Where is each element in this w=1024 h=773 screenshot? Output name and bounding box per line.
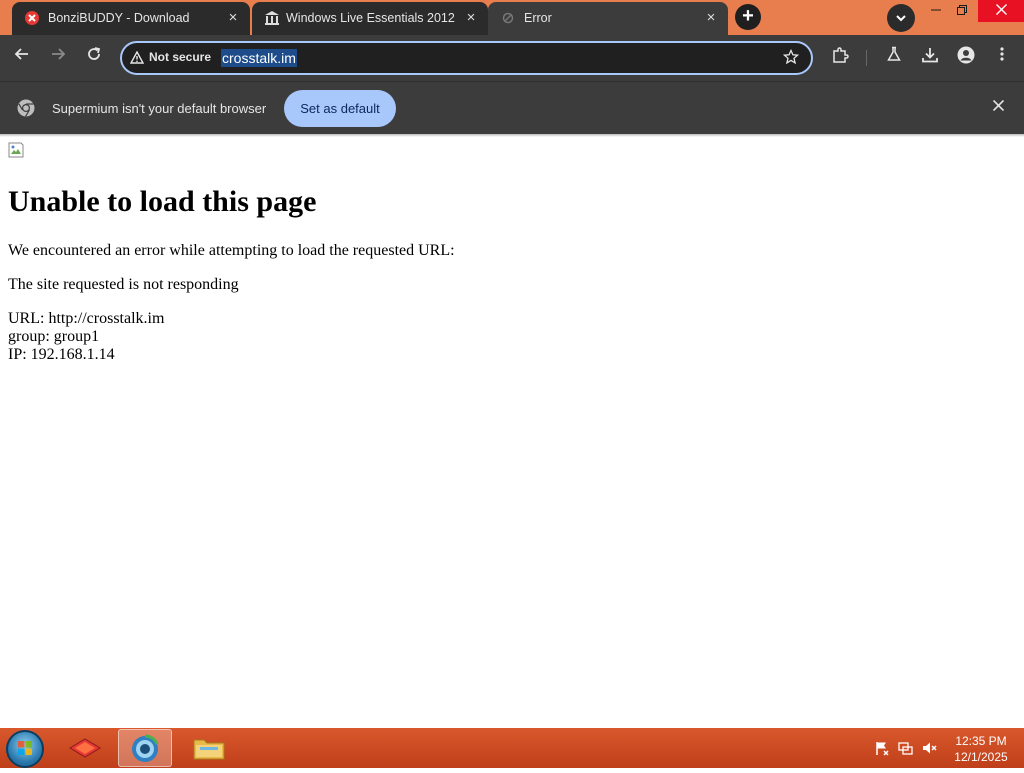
restore-icon [957, 5, 967, 15]
minimize-icon [931, 9, 941, 11]
downloads-button[interactable] [918, 46, 942, 70]
forward-button[interactable] [46, 46, 70, 70]
taskbar: 12:35 PM 12/1/2025 [0, 728, 1024, 768]
toolbar: Not secure crosstalk.im [0, 35, 1024, 81]
address-bar[interactable]: Not secure crosstalk.im [120, 41, 813, 75]
browser-app-icon [132, 734, 159, 762]
clock-date: 12/1/2025 [954, 750, 1008, 764]
error-status: The site requested is not responding [8, 276, 239, 293]
back-button[interactable] [10, 46, 34, 70]
error-message: We encountered an error while attempting… [8, 242, 455, 259]
default-browser-infobar: Supermium isn't your default browser Set… [0, 81, 1024, 134]
page-heading: Unable to load this page [8, 185, 317, 218]
tab-strip: BonziBUDDY - Download × Windows Live Ess… [0, 0, 1024, 35]
flask-icon [887, 46, 901, 61]
reload-icon [88, 47, 101, 60]
tab-close-button[interactable]: × [702, 9, 720, 27]
tab-error[interactable]: Error × [488, 2, 728, 35]
star-icon [782, 48, 800, 65]
menu-button[interactable] [990, 46, 1014, 70]
toolbar-separator [866, 50, 867, 66]
flag-icon [876, 742, 889, 756]
url-line: URL: http://crosstalk.im [8, 310, 165, 327]
extensions-button[interactable] [828, 46, 852, 70]
library-icon [264, 10, 280, 26]
more-vertical-icon [1000, 47, 1004, 61]
taskbar-app-browser[interactable] [118, 729, 172, 767]
puzzle-icon [833, 47, 849, 63]
windows-logo-icon [18, 741, 32, 755]
tab-search-button[interactable] [887, 4, 915, 32]
url-text[interactable]: crosstalk.im [221, 49, 297, 67]
back-arrow-icon [14, 48, 28, 60]
network-status[interactable] [898, 740, 914, 756]
forward-arrow-icon [52, 48, 66, 60]
chevron-down-icon [896, 15, 906, 22]
tab-close-button[interactable]: × [462, 9, 480, 27]
clock-time: 12:35 PM [955, 734, 1007, 748]
loading-icon [500, 10, 516, 26]
infobar-message: Supermium isn't your default browser [52, 101, 267, 116]
ip-line: IP: 192.168.1.14 [8, 346, 115, 363]
tab-title: BonziBUDDY - Download [48, 11, 190, 25]
minimize-button[interactable] [922, 0, 950, 22]
warning-icon [130, 50, 144, 64]
reload-button[interactable] [82, 46, 106, 70]
system-clock[interactable]: 12:35 PM 12/1/2025 [948, 733, 1014, 765]
profile-button[interactable] [954, 46, 978, 70]
infobar-close-button[interactable] [988, 97, 1008, 117]
tab-title: Error [524, 11, 552, 25]
taskbar-app-red[interactable] [58, 729, 112, 767]
labs-button[interactable] [882, 46, 906, 70]
red-app-icon [69, 738, 101, 758]
network-icon [898, 742, 913, 755]
security-chip[interactable]: Not secure [130, 50, 211, 64]
bookmark-star-button[interactable] [782, 48, 800, 70]
volume-muted-icon [923, 742, 937, 754]
close-icon [995, 4, 1007, 15]
close-icon [992, 99, 1004, 112]
new-tab-button[interactable]: + [735, 4, 761, 30]
start-button[interactable] [6, 730, 44, 768]
set-as-default-button[interactable]: Set as default [284, 90, 396, 127]
download-icon [922, 48, 938, 63]
window-close-button[interactable] [978, 0, 1024, 22]
account-icon [957, 46, 975, 64]
toolbar-shadow [0, 134, 1024, 137]
taskbar-app-explorer[interactable] [182, 729, 236, 767]
broken-image-icon [8, 142, 24, 158]
volume-status[interactable] [922, 740, 938, 756]
security-label: Not secure [149, 50, 212, 64]
restore-button[interactable] [948, 0, 976, 22]
red-x-icon [24, 10, 40, 26]
group-line: group: group1 [8, 328, 100, 345]
tab-title: Windows Live Essentials 2012 (o [286, 11, 458, 25]
tab-close-button[interactable]: × [224, 9, 242, 27]
tab-bonzibuddy[interactable]: BonziBUDDY - Download × [12, 2, 250, 35]
browser-logo-icon [17, 99, 35, 117]
action-center-flag[interactable] [874, 740, 890, 756]
tab-windows-live[interactable]: Windows Live Essentials 2012 (o × [252, 2, 488, 35]
folder-icon [193, 739, 225, 760]
